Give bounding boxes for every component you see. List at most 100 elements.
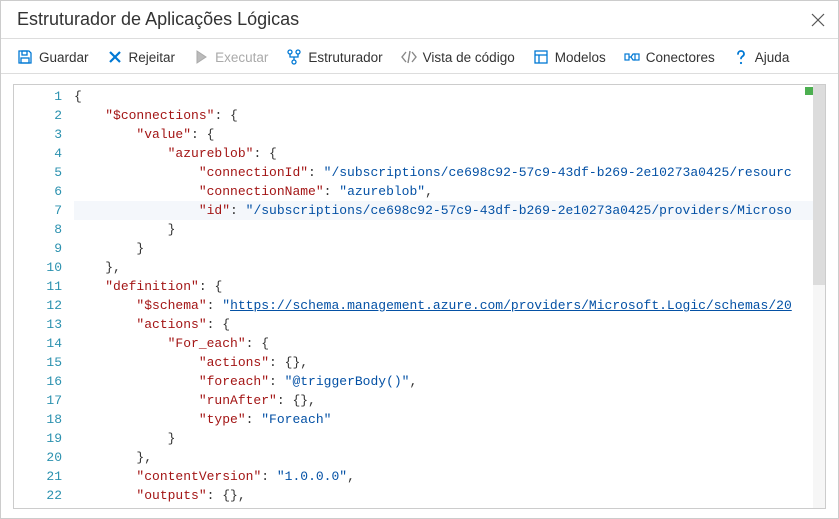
json-string: "/subscriptions/ce698c92-57c9-43df-b269-…	[324, 163, 792, 182]
json-key: "connectionName"	[199, 182, 324, 201]
code-line[interactable]: "type": "Foreach"	[74, 410, 825, 429]
json-punctuation: :	[324, 182, 340, 201]
designer-button[interactable]: Estruturador	[286, 49, 382, 65]
json-string: "	[222, 296, 230, 315]
line-number: 3	[14, 125, 62, 144]
json-punctuation: },	[136, 448, 152, 467]
code-line[interactable]: "runAfter": {},	[74, 391, 825, 410]
line-number: 21	[14, 467, 62, 486]
json-key: "contentVersion"	[136, 467, 261, 486]
save-label: Guardar	[39, 50, 89, 65]
json-key: "runAfter"	[199, 391, 277, 410]
code-line[interactable]: "connectionName": "azureblob",	[74, 182, 825, 201]
play-icon	[193, 49, 209, 65]
line-number: 7	[14, 201, 62, 220]
json-punctuation: : {	[214, 106, 237, 125]
code-line[interactable]: },	[74, 448, 825, 467]
json-punctuation: :	[207, 296, 223, 315]
overview-marker	[805, 87, 813, 95]
code-line[interactable]: "connectionId": "/subscriptions/ce698c92…	[74, 163, 825, 182]
reject-button[interactable]: Rejeitar	[107, 49, 176, 65]
code-line[interactable]: }	[74, 220, 825, 239]
code-line[interactable]: {	[74, 87, 825, 106]
run-button: Executar	[193, 49, 268, 65]
code-view-button[interactable]: Vista de código	[401, 49, 515, 65]
code-body: 12345678910111213141516171819202122 { "$…	[14, 85, 825, 508]
json-punctuation: {	[74, 87, 82, 106]
code-line[interactable]: }	[74, 429, 825, 448]
code-line[interactable]: "actions": {	[74, 315, 825, 334]
code-icon	[401, 49, 417, 65]
close-icon	[810, 12, 826, 28]
json-punctuation: }	[168, 429, 176, 448]
run-label: Executar	[215, 50, 268, 65]
vertical-scrollbar[interactable]	[813, 85, 825, 508]
code-lines[interactable]: { "$connections": { "value": { "azureblo…	[74, 85, 825, 508]
json-punctuation: ,	[425, 182, 433, 201]
help-label: Ajuda	[755, 50, 790, 65]
code-line[interactable]: "foreach": "@triggerBody()",	[74, 372, 825, 391]
help-button[interactable]: Ajuda	[733, 49, 790, 65]
json-key: "$connections"	[105, 106, 214, 125]
save-icon	[17, 49, 33, 65]
connectors-label: Conectores	[646, 50, 715, 65]
window-title: Estruturador de Aplicações Lógicas	[17, 9, 299, 30]
line-number: 11	[14, 277, 62, 296]
designer-icon	[286, 49, 302, 65]
title-bar: Estruturador de Aplicações Lógicas	[1, 1, 838, 36]
json-key: "outputs"	[136, 486, 206, 505]
json-link[interactable]: https://schema.management.azure.com/prov…	[230, 296, 792, 315]
json-string: "@triggerBody()"	[285, 372, 410, 391]
code-line[interactable]: }	[74, 239, 825, 258]
line-number: 8	[14, 220, 62, 239]
json-punctuation: : {	[199, 277, 222, 296]
code-line[interactable]: },	[74, 258, 825, 277]
code-line[interactable]: "id": "/subscriptions/ce698c92-57c9-43df…	[74, 201, 825, 220]
code-line[interactable]: "$schema": "https://schema.management.az…	[74, 296, 825, 315]
json-key: "azureblob"	[168, 144, 254, 163]
line-number: 6	[14, 182, 62, 201]
code-line[interactable]: "contentVersion": "1.0.0.0",	[74, 467, 825, 486]
vertical-scrollbar-thumb[interactable]	[813, 85, 825, 285]
connectors-button[interactable]: Conectores	[624, 49, 715, 65]
code-line[interactable]: "actions": {},	[74, 353, 825, 372]
json-key: "foreach"	[199, 372, 269, 391]
json-key: "type"	[199, 410, 246, 429]
models-button[interactable]: Modelos	[533, 49, 606, 65]
json-punctuation: ,	[409, 372, 417, 391]
code-line[interactable]: "For_each": {	[74, 334, 825, 353]
models-label: Modelos	[555, 50, 606, 65]
line-number: 19	[14, 429, 62, 448]
line-number: 20	[14, 448, 62, 467]
json-punctuation: : {},	[277, 391, 316, 410]
line-number: 16	[14, 372, 62, 391]
json-punctuation: :	[261, 467, 277, 486]
save-button[interactable]: Guardar	[17, 49, 89, 65]
json-string: "Foreach"	[261, 410, 331, 429]
close-button[interactable]	[810, 12, 826, 28]
line-number-gutter: 12345678910111213141516171819202122	[14, 85, 74, 508]
designer-label: Estruturador	[308, 50, 382, 65]
line-number: 4	[14, 144, 62, 163]
connectors-icon	[624, 49, 640, 65]
json-punctuation: :	[230, 201, 246, 220]
code-line[interactable]: "definition": {	[74, 277, 825, 296]
line-number: 14	[14, 334, 62, 353]
line-number: 13	[14, 315, 62, 334]
json-punctuation: ,	[347, 467, 355, 486]
code-line[interactable]: "outputs": {},	[74, 486, 825, 505]
json-string: "/subscriptions/ce698c92-57c9-43df-b269-…	[246, 201, 792, 220]
line-number: 10	[14, 258, 62, 277]
line-number: 15	[14, 353, 62, 372]
json-string: "1.0.0.0"	[277, 467, 347, 486]
code-editor[interactable]: 12345678910111213141516171819202122 { "$…	[13, 84, 826, 509]
json-key: "For_each"	[168, 334, 246, 353]
help-icon	[733, 49, 749, 65]
json-key: "definition"	[105, 277, 199, 296]
editor-wrap: 12345678910111213141516171819202122 { "$…	[1, 74, 838, 509]
code-line[interactable]: "$connections": {	[74, 106, 825, 125]
code-line[interactable]: "azureblob": {	[74, 144, 825, 163]
line-number: 18	[14, 410, 62, 429]
json-punctuation: },	[105, 258, 121, 277]
code-line[interactable]: "value": {	[74, 125, 825, 144]
